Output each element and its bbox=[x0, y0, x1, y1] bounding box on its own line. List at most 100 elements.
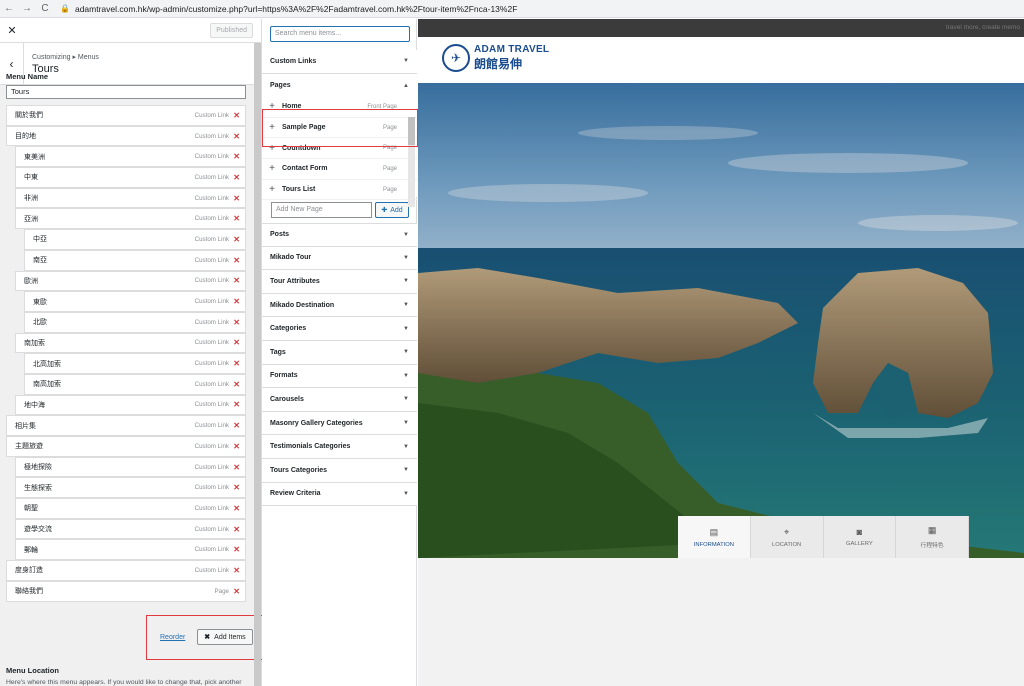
section-header[interactable]: Formats ▼ bbox=[262, 364, 417, 389]
chevron-down-icon: ▼ bbox=[403, 443, 409, 450]
delete-icon[interactable]: ✕ bbox=[233, 504, 240, 513]
add-new-page-input[interactable]: Add New Page bbox=[271, 202, 372, 218]
menu-item[interactable]: 南亞 Custom Link ✕ bbox=[24, 249, 246, 271]
delete-icon[interactable]: ✕ bbox=[233, 545, 240, 554]
available-page-item[interactable]: + Tours List Page bbox=[262, 180, 417, 201]
menu-item[interactable]: 遊學交流 Custom Link ✕ bbox=[15, 518, 246, 540]
menu-item[interactable]: 度身訂造 Custom Link ✕ bbox=[6, 560, 246, 581]
forward-arrow-icon[interactable]: → bbox=[18, 0, 36, 18]
plus-icon: + bbox=[269, 184, 275, 196]
menu-item[interactable]: 南加索 Custom Link ✕ bbox=[15, 332, 246, 354]
delete-icon[interactable]: ✕ bbox=[233, 400, 240, 409]
menu-item[interactable]: 亞洲 Custom Link ✕ bbox=[15, 208, 246, 230]
section-custom-links[interactable]: Custom Links ▼ bbox=[262, 50, 417, 74]
highlight-box bbox=[262, 109, 418, 147]
tour-tab[interactable]: ▦ 行程特色 bbox=[896, 516, 969, 558]
menu-item-title: 南加索 bbox=[24, 339, 45, 347]
section-header[interactable]: Testimonials Categories ▼ bbox=[262, 435, 417, 459]
delete-icon[interactable]: ✕ bbox=[233, 318, 240, 327]
delete-icon[interactable]: ✕ bbox=[233, 483, 240, 492]
menu-name-label: Menu Name bbox=[6, 72, 49, 81]
menu-item[interactable]: 關於我們 Custom Link ✕ bbox=[6, 105, 246, 126]
menu-item[interactable]: 中亞 Custom Link ✕ bbox=[24, 229, 246, 250]
menu-item[interactable]: 目的地 Custom Link ✕ bbox=[6, 125, 246, 147]
delete-icon[interactable]: ✕ bbox=[233, 152, 240, 161]
delete-icon[interactable]: ✕ bbox=[233, 214, 240, 223]
menu-item[interactable]: 地中海 Custom Link ✕ bbox=[15, 394, 246, 416]
menu-item[interactable]: 北高加索 Custom Link ✕ bbox=[24, 353, 246, 374]
section-header[interactable]: Masonry Gallery Categories ▼ bbox=[262, 411, 417, 436]
section-label: Carousels bbox=[270, 395, 304, 403]
menu-item[interactable]: 聯絡我們 Page ✕ bbox=[6, 580, 246, 602]
delete-icon[interactable]: ✕ bbox=[233, 525, 240, 534]
section-label: Mikado Tour bbox=[270, 254, 312, 262]
add-page-button[interactable]: ✚ Add bbox=[375, 202, 409, 218]
published-button[interactable]: Published bbox=[210, 23, 253, 38]
menu-item-type: Custom Link bbox=[194, 298, 229, 306]
section-header[interactable]: Tags ▼ bbox=[262, 341, 417, 365]
customizer-scrollbar[interactable] bbox=[254, 43, 261, 686]
delete-icon[interactable]: ✕ bbox=[233, 173, 240, 182]
menu-item-type: Custom Link bbox=[194, 360, 229, 368]
section-header[interactable]: Mikado Tour ▼ bbox=[262, 246, 417, 271]
delete-icon[interactable]: ✕ bbox=[233, 380, 240, 389]
reload-icon[interactable]: C bbox=[36, 0, 54, 18]
delete-icon[interactable]: ✕ bbox=[233, 359, 240, 368]
delete-icon[interactable]: ✕ bbox=[233, 256, 240, 265]
delete-icon[interactable]: ✕ bbox=[233, 111, 240, 120]
delete-icon[interactable]: ✕ bbox=[233, 338, 240, 347]
delete-icon[interactable]: ✕ bbox=[233, 194, 240, 203]
menu-location-label: Menu Location bbox=[6, 666, 59, 675]
section-header[interactable]: Posts ▼ bbox=[262, 223, 417, 247]
tour-tab[interactable]: ⌖ LOCATION bbox=[751, 516, 824, 558]
section-header[interactable]: Tours Categories ▼ bbox=[262, 459, 417, 483]
menu-item[interactable]: 朝聖 Custom Link ✕ bbox=[15, 498, 246, 519]
menu-item[interactable]: 生態探索 Custom Link ✕ bbox=[15, 477, 246, 499]
menu-item-type: Custom Link bbox=[194, 463, 229, 471]
available-page-item[interactable]: + Contact Form Page bbox=[262, 159, 417, 180]
site-tagline: travel more, create memo bbox=[945, 24, 1020, 31]
delete-icon[interactable]: ✕ bbox=[233, 566, 240, 575]
delete-icon[interactable]: ✕ bbox=[233, 276, 240, 285]
section-header[interactable]: Mikado Destination ▼ bbox=[262, 293, 417, 318]
menu-item[interactable]: 相片集 Custom Link ✕ bbox=[6, 415, 246, 436]
delete-icon[interactable]: ✕ bbox=[233, 587, 240, 596]
menu-item[interactable]: 北歐 Custom Link ✕ bbox=[24, 311, 246, 333]
menu-item[interactable]: 中東 Custom Link ✕ bbox=[15, 167, 246, 188]
menu-item[interactable]: 極地探險 Custom Link ✕ bbox=[15, 456, 246, 478]
site-logo[interactable]: ✈ ADAM TRAVEL 朗館易伸 bbox=[442, 44, 549, 72]
section-label: Testimonials Categories bbox=[270, 443, 351, 451]
menu-item[interactable]: 主題旅遊 Custom Link ✕ bbox=[6, 436, 246, 457]
add-items-label: Add Items bbox=[214, 633, 246, 641]
reorder-link[interactable]: Reorder bbox=[160, 634, 185, 641]
tour-tab[interactable]: ▤ INFORMATION bbox=[678, 516, 751, 558]
delete-icon[interactable]: ✕ bbox=[233, 132, 240, 141]
section-pages[interactable]: Pages ▲ bbox=[262, 74, 417, 98]
search-menu-items-input[interactable]: Search menu items... bbox=[270, 26, 410, 42]
delete-icon[interactable]: ✕ bbox=[233, 463, 240, 472]
section-header[interactable]: Tour Attributes ▼ bbox=[262, 270, 417, 294]
menu-name-input[interactable]: Tours bbox=[6, 85, 246, 99]
menu-item[interactable]: 郵輪 Custom Link ✕ bbox=[15, 539, 246, 561]
chevron-down-icon: ▼ bbox=[403, 231, 409, 238]
menu-item[interactable]: 東歐 Custom Link ✕ bbox=[24, 291, 246, 312]
section-label: Review Criteria bbox=[270, 490, 321, 498]
section-header[interactable]: Review Criteria ▼ bbox=[262, 482, 417, 507]
chevron-down-icon: ▼ bbox=[403, 349, 409, 356]
delete-icon[interactable]: ✕ bbox=[233, 297, 240, 306]
delete-icon[interactable]: ✕ bbox=[233, 235, 240, 244]
delete-icon[interactable]: ✕ bbox=[233, 442, 240, 451]
menu-item[interactable]: 非洲 Custom Link ✕ bbox=[15, 187, 246, 209]
section-header[interactable]: Categories ▼ bbox=[262, 317, 417, 341]
menu-item[interactable]: 南高加索 Custom Link ✕ bbox=[24, 373, 246, 395]
add-items-button[interactable]: ✖ Add Items bbox=[197, 629, 253, 645]
delete-icon[interactable]: ✕ bbox=[233, 421, 240, 430]
section-header[interactable]: Carousels ▼ bbox=[262, 388, 417, 412]
back-arrow-icon[interactable]: ← bbox=[0, 0, 18, 18]
menu-item[interactable]: 東美洲 Custom Link ✕ bbox=[15, 146, 246, 168]
address-bar[interactable]: 🔒 adamtravel.com.hk/wp-admin/customize.p… bbox=[60, 1, 517, 17]
menu-item[interactable]: 歐洲 Custom Link ✕ bbox=[15, 270, 246, 292]
menu-item-title: 關於我們 bbox=[15, 112, 43, 120]
tour-tab[interactable]: ◙ GALLERY bbox=[824, 516, 897, 558]
close-icon[interactable]: ✕ bbox=[0, 24, 24, 37]
